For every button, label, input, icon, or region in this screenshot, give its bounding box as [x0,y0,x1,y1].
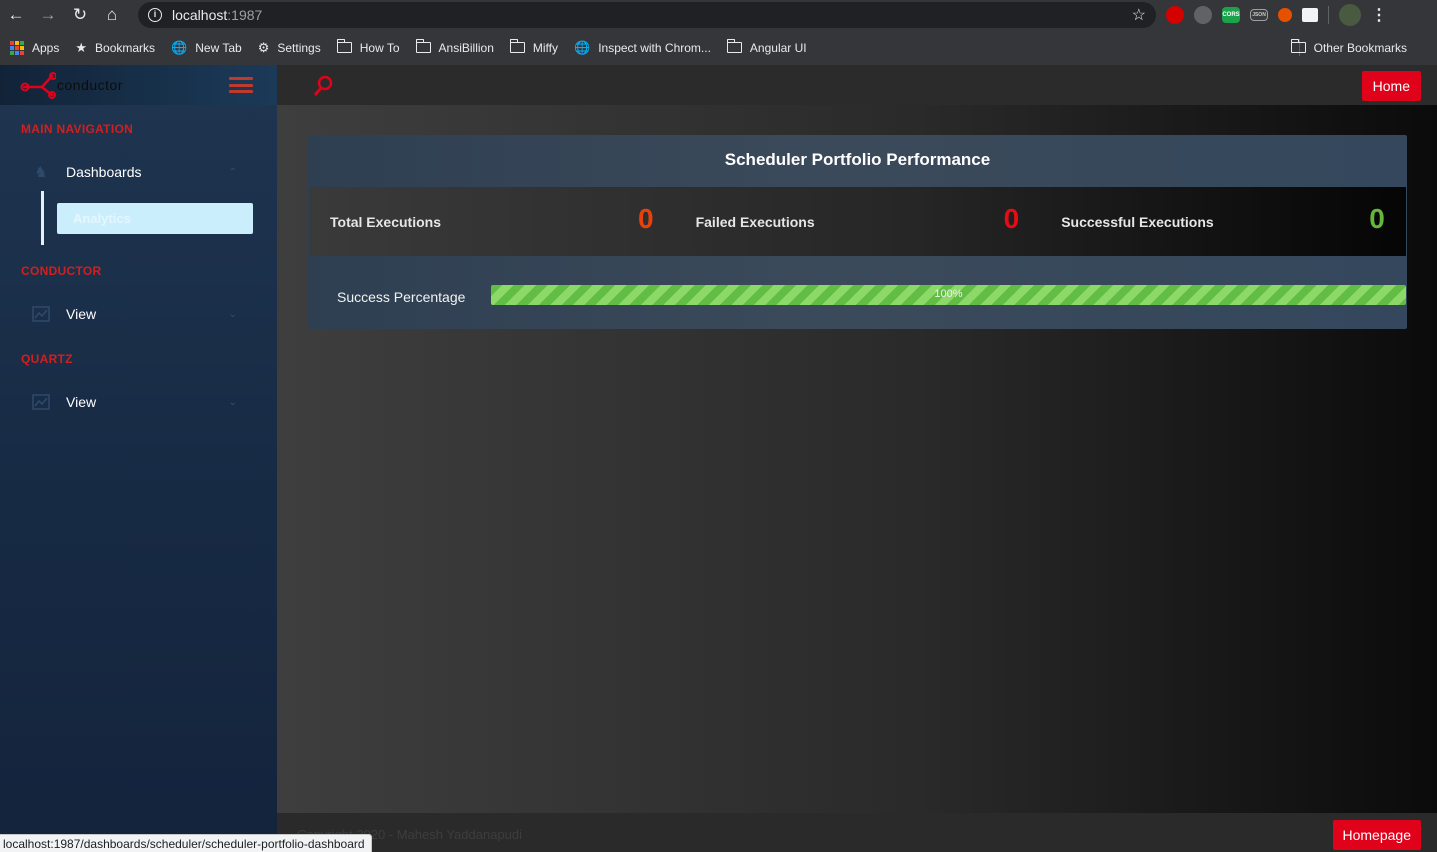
stat-successful-executions: Successful Executions 0 [1040,187,1406,256]
star-icon: ★ [75,39,88,55]
app-root: conductor MAIN NAVIGATION ♞ Dashboards ⌃… [0,65,1437,852]
bookmark-label: Angular UI [749,40,807,55]
performance-card: Scheduler Portfolio Performance Total Ex… [308,135,1407,329]
app-topbar: Home [277,65,1437,105]
bookmarks-bar: Apps ★ Bookmarks 🌐 New Tab ⚙ Settings Ho… [0,30,1437,65]
back-arrow-icon[interactable]: ← [0,0,32,30]
status-bar-url: localhost:1987/dashboards/scheduler/sche… [0,834,372,852]
stat-value: 0 [1003,203,1020,234]
toolbar-separator [1328,6,1329,24]
success-progress-bar: 100% [491,285,1406,305]
fox-extension-icon[interactable] [1278,8,1292,22]
chevron-up-icon: ⌃ [228,166,237,178]
bookmark-ansibillion[interactable]: AnsiBillion [415,39,494,55]
homepage-button[interactable]: Homepage [1332,820,1421,850]
bookmark-miffy[interactable]: Miffy [509,39,559,55]
chevron-down-icon: ⌄ [228,308,237,320]
bookmark-label: Settings [277,40,321,55]
brand-bar: conductor [0,65,277,105]
logo-text: conductor [57,77,123,93]
profile-avatar[interactable] [1339,4,1361,26]
stat-label: Successful Executions [1061,214,1214,230]
bookmark-new-tab[interactable]: 🌐 New Tab [171,40,242,56]
stats-row: Total Executions 0 Failed Executions 0 S… [309,187,1406,256]
reload-icon[interactable]: ↻ [64,0,96,30]
bookmark-label: Miffy [532,40,559,55]
browser-menu-icon[interactable]: ⋮ [1371,5,1387,25]
stat-value: 0 [1369,203,1385,234]
bookmark-settings[interactable]: ⚙ Settings [258,40,321,56]
conductor-logo-icon [20,72,56,99]
globe-icon: 🌐 [171,39,188,55]
bookmark-label: How To [359,40,400,55]
sidebar-item-label: View [66,394,97,410]
stat-label: Failed Executions [695,214,815,230]
stop-extension-icon[interactable] [1166,6,1184,24]
sidebar-item-quartz-view[interactable]: View ⌄ [30,387,245,417]
home-button[interactable]: Home [1361,71,1421,101]
bookmark-label: Bookmarks [95,40,156,55]
progress-label: Success Percentage [337,289,466,305]
progress-fill: 100% [491,285,1406,305]
folder-icon [336,39,352,53]
forward-arrow-icon[interactable]: → [32,0,64,30]
folder-icon [415,39,431,53]
gear-icon: ⚙ [257,39,270,55]
stat-failed-executions: Failed Executions 0 [675,187,1041,256]
folder-icon [509,39,525,53]
stat-total-executions: Total Executions 0 [309,187,675,256]
sidebar-subitem-analytics[interactable]: Analytics [57,203,253,234]
sidebar-item-label: Dashboards [66,164,142,180]
bookmark-other[interactable]: Other Bookmarks [1290,30,1407,65]
bookmark-apps[interactable]: Apps [10,40,60,55]
url-port: :1987 [227,7,263,23]
url-host: localhost [172,7,228,23]
bookmark-label: Apps [32,40,60,55]
globe-icon: 🌐 [574,39,591,55]
sidebar-item-dashboards[interactable]: ♞ Dashboards ⌃ [30,157,245,187]
apps-grid-icon [10,40,24,55]
site-info-icon[interactable]: i [148,8,162,22]
card-title: Scheduler Portfolio Performance [724,150,991,169]
nav-header-conductor: CONDUCTOR [21,264,102,278]
chevron-down-icon: ⌄ [228,396,237,408]
bookmark-label: Inspect with Chrom... [598,40,711,55]
main-content: Scheduler Portfolio Performance Total Ex… [277,105,1437,813]
bookmark-star-icon[interactable]: ☆ [1132,5,1146,25]
folder-icon [726,39,742,53]
bell-icon: ♞ [34,164,48,181]
address-bar[interactable]: i localhost:1987 ☆ [138,2,1156,28]
progress-text: 100% [934,288,963,300]
browser-toolbar: ← → ↻ ⌂ i localhost:1987 ☆ CORS JSON ⋮ [0,0,1437,30]
app-footer: Copyright 2020 - Mahesh Yaddanapudi Home… [277,813,1437,852]
sidebar-item-conductor-view[interactable]: View ⌄ [30,299,245,329]
json-extension-icon[interactable]: JSON [1250,9,1268,21]
chart-icon [30,303,52,325]
bookmark-bookmarks[interactable]: ★ Bookmarks [75,40,155,56]
submenu-rail [41,191,44,245]
bookmark-angular-ui[interactable]: Angular UI [726,39,807,55]
home-icon[interactable]: ⌂ [96,0,128,30]
extensions-area: CORS JSON ⋮ [1166,4,1387,26]
bookmark-label: Other Bookmarks [1313,40,1407,55]
bookmark-label: New Tab [195,40,242,55]
sidebar: conductor MAIN NAVIGATION ♞ Dashboards ⌃… [0,65,277,852]
search-icon[interactable] [313,75,333,97]
bookmark-label: AnsiBillion [438,40,494,55]
bookmark-how-to[interactable]: How To [336,39,400,55]
sidebar-item-label: View [66,306,97,322]
chat-extension-icon[interactable] [1194,6,1212,24]
conductor-logo[interactable]: conductor [20,71,123,99]
nav-header-quartz: QUARTZ [21,352,73,366]
bookmark-inspect[interactable]: 🌐 Inspect with Chrom... [574,40,711,56]
stat-value: 0 [638,203,654,234]
nav-header-main: MAIN NAVIGATION [21,122,134,136]
window-extension-icon[interactable] [1302,8,1318,22]
chart-icon [30,391,52,413]
hamburger-menu-icon[interactable] [229,77,253,93]
stat-label: Total Executions [330,214,441,230]
folder-icon [1290,39,1306,53]
cors-extension-icon[interactable]: CORS [1222,7,1240,23]
